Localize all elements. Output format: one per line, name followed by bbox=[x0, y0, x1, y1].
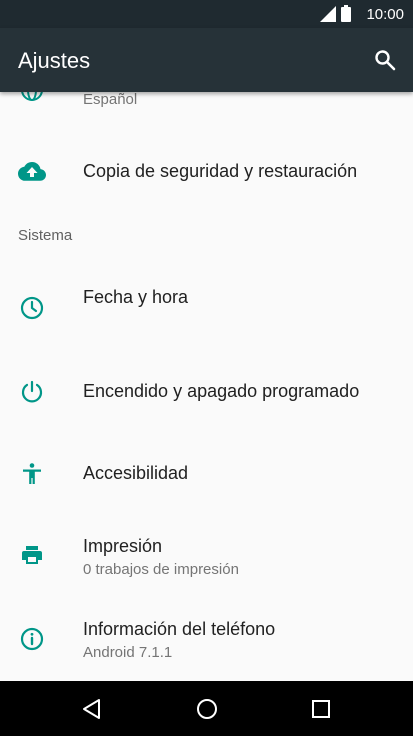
settings-item-title: Información del teléfono bbox=[83, 619, 276, 639]
app-bar: Ajustes bbox=[0, 28, 413, 92]
settings-item-date-time[interactable]: Fecha y hora bbox=[0, 260, 413, 350]
recents-icon[interactable] bbox=[309, 697, 333, 721]
globe-icon bbox=[21, 92, 43, 101]
settings-item-subtitle: Español bbox=[83, 92, 138, 108]
info-icon bbox=[20, 627, 44, 651]
settings-item-subtitle: Android 7.1.1 bbox=[83, 644, 173, 661]
back-icon[interactable] bbox=[80, 697, 104, 721]
clock-icon bbox=[20, 296, 44, 320]
settings-item-title: Copia de seguridad y restauración bbox=[83, 161, 358, 181]
battery-icon bbox=[341, 5, 351, 22]
status-bar: 10:00 bbox=[0, 0, 413, 28]
settings-list: Español Copia de seguridad y restauració… bbox=[0, 92, 413, 681]
settings-item-backup[interactable]: Copia de seguridad y restauración bbox=[0, 132, 413, 210]
printer-icon bbox=[22, 546, 42, 564]
navigation-bar bbox=[0, 681, 413, 736]
status-time: 10:00 bbox=[366, 6, 404, 23]
settings-item-title: Fecha y hora bbox=[83, 287, 189, 307]
signal-icon bbox=[320, 6, 336, 22]
settings-item-title: Encendido y apagado programado bbox=[83, 381, 360, 401]
settings-item-title: Accesibilidad bbox=[83, 463, 189, 483]
home-icon[interactable] bbox=[195, 697, 219, 721]
search-icon[interactable] bbox=[373, 48, 397, 72]
section-header-system: Sistema bbox=[18, 227, 73, 244]
settings-item-title: Impresión bbox=[83, 536, 163, 556]
settings-item-subtitle: 0 trabajos de impresión bbox=[83, 561, 239, 578]
settings-screen: 10:00 Ajustes Español Copia de seguridad bbox=[0, 0, 413, 736]
settings-item-accessibility[interactable]: Accesibilidad bbox=[0, 432, 413, 516]
settings-item-power-schedule[interactable]: Encendido y apagado programado bbox=[0, 350, 413, 432]
accessibility-icon bbox=[23, 463, 41, 484]
settings-item-printing[interactable]: Impresión 0 trabajos de impresión bbox=[0, 516, 413, 598]
settings-item-about-phone[interactable]: Información del teléfono Android 7.1.1 bbox=[0, 598, 413, 681]
settings-item-language[interactable]: Español bbox=[0, 92, 413, 122]
page-title: Ajustes bbox=[18, 48, 91, 73]
cloud-upload-icon bbox=[18, 162, 46, 181]
power-icon bbox=[21, 380, 43, 403]
